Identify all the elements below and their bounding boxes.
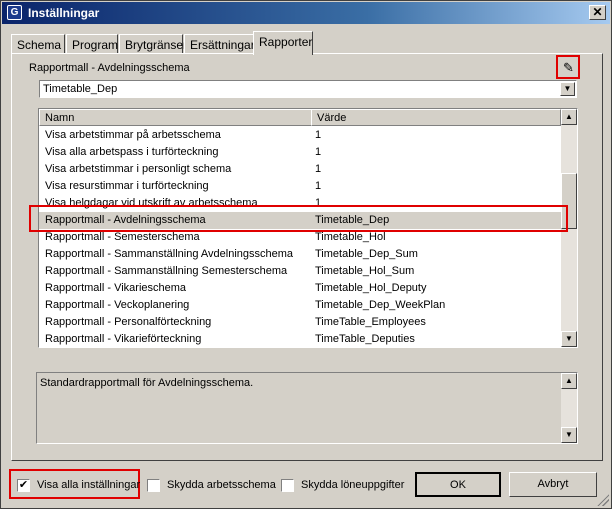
settings-window: G Inställningar ✕ Schema Program Brytgrä… xyxy=(0,0,612,509)
table-row[interactable]: Visa alla arbetspass i turförteckning 1 xyxy=(39,144,561,161)
table-row[interactable]: Rapportmall - Veckoplanering Timetable_De… xyxy=(39,297,561,314)
cancel-button[interactable]: Avbryt xyxy=(509,472,597,497)
scroll-down-button[interactable]: ▼ xyxy=(561,331,577,347)
column-header-name[interactable]: Namn xyxy=(39,109,312,126)
tab-brytgranser[interactable]: Brytgränser xyxy=(119,34,187,54)
resize-grip[interactable] xyxy=(597,494,609,506)
table-row[interactable]: Rapportmall - Sammanställning Semestersc… xyxy=(39,263,561,280)
checkbox-box[interactable] xyxy=(281,479,294,492)
row-name: Rapportmall - Veckoplanering xyxy=(45,299,190,311)
row-value: Timetable_Hol_Deputy xyxy=(315,282,427,294)
table-row[interactable]: Visa helgdagar vid utskrift av arbetssch… xyxy=(39,195,561,212)
table-row[interactable]: Rapportmall - Semesterschema Timetable_Ho… xyxy=(39,229,561,246)
row-value: Timetable_Dep xyxy=(315,214,390,226)
pencil-icon: ✎ xyxy=(563,60,574,75)
table-row[interactable]: Rapportmall - Vikarieschema Timetable_Hol… xyxy=(39,280,561,297)
list-header: Namn Värde xyxy=(39,109,561,126)
row-name: Visa alla arbetspass i turförteckning xyxy=(45,146,219,158)
row-value: Timetable_Dep_WeekPlan xyxy=(315,299,446,311)
desc-scroll-up-button[interactable]: ▲ xyxy=(561,373,577,389)
tab-rapporter[interactable]: Rapporter xyxy=(253,31,313,55)
list-scrollbar[interactable]: ▲ ▼ xyxy=(561,109,577,347)
row-value: Timetable_Hol_Sum xyxy=(315,265,415,277)
ok-button[interactable]: OK xyxy=(415,472,501,497)
description-box: Standardrapportmall för Avdelningsschema… xyxy=(36,372,578,444)
scroll-thumb[interactable] xyxy=(561,173,577,229)
app-icon: G xyxy=(7,5,22,20)
checkbox-label: Visa alla inställningar xyxy=(37,479,141,491)
row-name: Rapportmall - Vikarieförteckning xyxy=(45,333,202,345)
column-header-value[interactable]: Värde xyxy=(311,109,561,126)
desc-scroll-down-button[interactable]: ▼ xyxy=(561,427,577,443)
row-name: Visa resurstimmar i turförteckning xyxy=(45,180,209,192)
row-value: 1 xyxy=(315,146,322,158)
combo-value: Timetable_Dep xyxy=(43,83,118,95)
edit-button[interactable]: ✎ xyxy=(556,55,580,79)
settings-list[interactable]: Namn Värde Visa arbetstimmar på arbetssc… xyxy=(38,108,578,348)
row-value: TimeTable_Employees xyxy=(315,316,426,328)
table-row[interactable]: Visa arbetstimmar i personligt schema 1 xyxy=(39,161,561,178)
report-template-combo[interactable]: Timetable_Dep ▼ xyxy=(39,80,577,98)
window-title: Inställningar xyxy=(28,6,100,20)
description-text: Standardrapportmall för Avdelningsschema… xyxy=(40,377,254,389)
row-value: 1 xyxy=(315,163,322,175)
row-value: 1 xyxy=(315,197,322,209)
row-value: Timetable_Dep_Sum xyxy=(315,248,418,260)
checkbox-label: Skydda arbetsschema xyxy=(167,479,276,491)
row-name: Visa arbetstimmar på arbetsschema xyxy=(45,129,221,141)
row-name: Rapportmall - Sammanställning Avdelnings… xyxy=(45,248,294,260)
table-row[interactable]: Visa resurstimmar i turförteckning 1 xyxy=(39,178,561,195)
tab-schema[interactable]: Schema xyxy=(11,34,65,54)
table-row[interactable]: Rapportmall - Avdelningsschema Timetable_… xyxy=(39,212,561,229)
table-row[interactable]: Rapportmall - Vikarieförteckning TimeTabl… xyxy=(39,331,561,347)
row-name: Rapportmall - Vikarieschema xyxy=(45,282,187,294)
checkbox-label: Skydda löneuppgifter xyxy=(301,479,405,491)
checkbox-box[interactable] xyxy=(147,479,160,492)
table-row[interactable]: Visa arbetstimmar på arbetsschema 1 xyxy=(39,127,561,144)
row-name: Visa helgdagar vid utskrift av arbetssch… xyxy=(45,197,258,209)
tab-program[interactable]: Program xyxy=(66,34,118,54)
title-bar: G Inställningar ✕ xyxy=(2,2,610,24)
row-value: 1 xyxy=(315,180,322,192)
row-value: Timetable_Hol xyxy=(315,231,386,243)
description-scrollbar[interactable]: ▲ ▼ xyxy=(561,373,577,443)
table-row[interactable]: Rapportmall - Sammanställning Avdelnings… xyxy=(39,246,561,263)
row-name: Rapportmall - Avdelningsschema xyxy=(45,214,206,226)
close-button[interactable]: ✕ xyxy=(589,5,606,20)
chevron-down-icon[interactable]: ▼ xyxy=(560,82,575,96)
table-row[interactable]: Rapportmall - Personalförteckning TimeTab… xyxy=(39,314,561,331)
row-value: 1 xyxy=(315,129,322,141)
checkbox-box[interactable]: ✔ xyxy=(17,479,30,492)
section-label: Rapportmall - Avdelningsschema xyxy=(29,62,190,74)
row-name: Rapportmall - Sammanställning Semestersc… xyxy=(45,265,288,277)
row-name: Visa arbetstimmar i personligt schema xyxy=(45,163,232,175)
row-name: Rapportmall - Personalförteckning xyxy=(45,316,212,328)
tab-ersattningar[interactable]: Ersättningar xyxy=(184,34,255,54)
row-name: Rapportmall - Semesterschema xyxy=(45,231,200,243)
scroll-up-button[interactable]: ▲ xyxy=(561,109,577,125)
row-value: TimeTable_Deputies xyxy=(315,333,415,345)
